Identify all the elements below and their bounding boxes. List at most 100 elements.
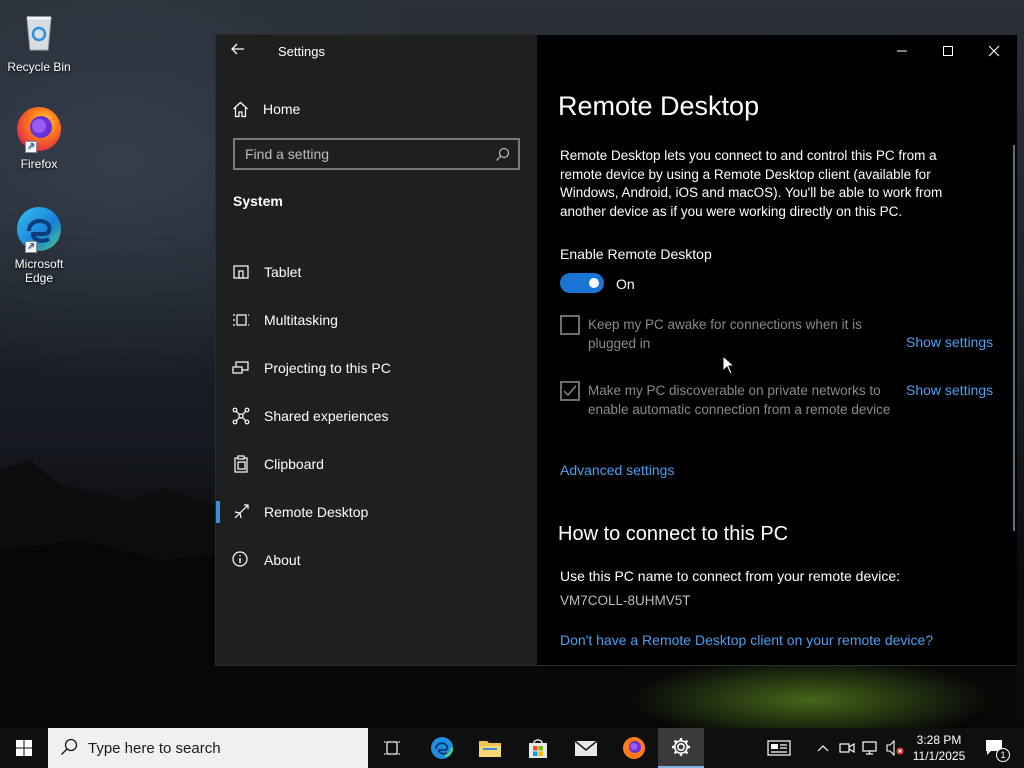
- show-hidden-icons-button[interactable]: [812, 728, 834, 768]
- minimize-icon: [897, 50, 907, 52]
- tablet-icon: [233, 265, 249, 279]
- desktop-icon-edge[interactable]: ↗ Microsoft Edge: [4, 205, 74, 285]
- keep-awake-checkbox[interactable]: [560, 315, 580, 335]
- taskbar-clock[interactable]: 3:28 PM 11/1/2025: [908, 732, 970, 764]
- windows-logo-icon: [16, 740, 32, 756]
- home-icon: [233, 101, 248, 117]
- maximize-icon: [943, 46, 953, 56]
- store-icon: [529, 739, 547, 758]
- advanced-settings-link[interactable]: Advanced settings: [560, 462, 674, 478]
- multitasking-icon: [233, 314, 249, 326]
- shared-experiences-icon: [232, 407, 250, 425]
- app-title: Settings: [278, 44, 325, 59]
- nav-home[interactable]: Home: [232, 98, 300, 120]
- desktop-icon-label: Microsoft Edge: [14, 257, 64, 285]
- nav-item-shared-experiences[interactable]: Shared experiences: [216, 396, 537, 436]
- enable-remote-desktop-label: Enable Remote Desktop: [560, 246, 712, 262]
- mouse-cursor-icon: [722, 355, 736, 375]
- firefox-icon: [623, 737, 645, 759]
- nav-item-label: Shared experiences: [264, 408, 389, 424]
- nav-section-title: System: [233, 193, 283, 209]
- back-button[interactable]: [230, 41, 252, 61]
- taskbar-settings[interactable]: [658, 728, 704, 768]
- taskbar-firefox[interactable]: [610, 728, 658, 768]
- network-icon: [862, 741, 877, 755]
- discoverable-label: Make my PC discoverable on private netwo…: [588, 383, 891, 417]
- use-pc-name-text: Use this PC name to connect from your re…: [560, 568, 901, 584]
- discoverable-show-settings-link[interactable]: Show settings: [906, 382, 993, 398]
- meet-now-button[interactable]: [836, 728, 858, 768]
- active-indicator: [216, 501, 220, 523]
- notification-badge: 1: [996, 748, 1010, 762]
- desktop-icon-recycle-bin[interactable]: Recycle Bin: [4, 8, 74, 74]
- close-icon: [988, 45, 1000, 57]
- projecting-icon: [232, 361, 249, 374]
- nav-item-clipboard[interactable]: Clipboard: [216, 444, 537, 484]
- nav-item-label: Projecting to this PC: [264, 360, 391, 376]
- title-bar: Settings: [216, 35, 537, 67]
- nav-item-about[interactable]: About: [216, 540, 537, 580]
- discoverable-checkbox[interactable]: [560, 381, 580, 401]
- gear-icon: [672, 738, 690, 756]
- page-description: Remote Desktop lets you connect to and c…: [560, 148, 943, 219]
- task-view-button[interactable]: [370, 728, 414, 768]
- news-icon: [767, 740, 791, 756]
- toggle-knob: [589, 278, 599, 288]
- start-button[interactable]: [0, 728, 48, 768]
- minimize-button[interactable]: [879, 35, 925, 67]
- nav-item-label: Multitasking: [264, 312, 338, 328]
- settings-search-input[interactable]: Find a setting: [233, 138, 520, 170]
- info-icon: [232, 551, 248, 567]
- maximize-button[interactable]: [925, 35, 971, 67]
- close-button[interactable]: [971, 35, 1017, 67]
- desktop-icon-label: Recycle Bin: [7, 60, 71, 74]
- settings-window: Settings Home Find a setting System Tabl…: [215, 34, 1017, 666]
- folder-icon: [479, 741, 501, 757]
- chevron-up-icon: [817, 745, 829, 752]
- firefox-icon: ↗: [15, 105, 63, 153]
- enable-remote-desktop-toggle[interactable]: [560, 273, 604, 293]
- task-view-icon: [384, 741, 400, 755]
- settings-nav-pane: Settings Home Find a setting System Tabl…: [216, 35, 537, 665]
- nav-item-remote-desktop[interactable]: Remote Desktop: [216, 492, 537, 532]
- clipboard-icon: [234, 455, 248, 473]
- back-arrow-icon: [231, 43, 244, 55]
- desktop-icon-label: Firefox: [20, 157, 58, 171]
- search-icon[interactable]: [495, 147, 510, 167]
- desktop-icon-firefox[interactable]: ↗ Firefox: [4, 105, 74, 171]
- shortcut-arrow-icon: ↗: [25, 241, 37, 253]
- taskbar-store[interactable]: [514, 728, 562, 768]
- checkmark-icon: [563, 385, 577, 397]
- nav-item-tablet[interactable]: Tablet: [216, 252, 537, 292]
- nav-item-label: Tablet: [264, 264, 302, 280]
- taskbar-search-input[interactable]: Type here to search: [48, 728, 368, 768]
- nav-home-label: Home: [263, 101, 301, 117]
- nav-item-multitasking[interactable]: Multitasking: [216, 300, 537, 340]
- nav-item-label: Clipboard: [264, 456, 324, 472]
- edge-icon: [431, 737, 454, 759]
- action-center-button[interactable]: 1: [978, 728, 1014, 768]
- content-scrollbar[interactable]: [1013, 145, 1015, 531]
- keep-awake-show-settings-link[interactable]: Show settings: [906, 334, 993, 350]
- keep-awake-label: Keep my PC awake for connections when it…: [588, 317, 862, 351]
- remote-desktop-icon: [234, 504, 249, 519]
- taskbar: Type here to search 3:28 PM 11/1/2025 1: [0, 728, 1024, 768]
- recycle-bin-icon: [15, 8, 63, 56]
- get-client-link[interactable]: Don't have a Remote Desktop client on yo…: [560, 632, 933, 648]
- toggle-state-label: On: [616, 276, 635, 292]
- camera-icon: [839, 742, 855, 754]
- settings-content-pane: Remote Desktop Remote Desktop lets you c…: [537, 35, 1017, 665]
- clock-date: 11/1/2025: [912, 749, 966, 763]
- network-button[interactable]: [860, 728, 882, 768]
- news-widget-button[interactable]: [762, 728, 796, 768]
- volume-button[interactable]: [884, 728, 906, 768]
- taskbar-edge[interactable]: [418, 728, 466, 768]
- taskbar-search-placeholder: Type here to search: [88, 740, 221, 757]
- taskbar-file-explorer[interactable]: [466, 728, 514, 768]
- how-to-connect-heading: How to connect to this PC: [558, 523, 789, 545]
- edge-icon: ↗: [15, 205, 63, 253]
- nav-item-projecting[interactable]: Projecting to this PC: [216, 348, 537, 388]
- taskbar-mail[interactable]: [562, 728, 610, 768]
- nav-item-label: Remote Desktop: [264, 504, 369, 520]
- page-title: Remote Desktop: [558, 91, 760, 121]
